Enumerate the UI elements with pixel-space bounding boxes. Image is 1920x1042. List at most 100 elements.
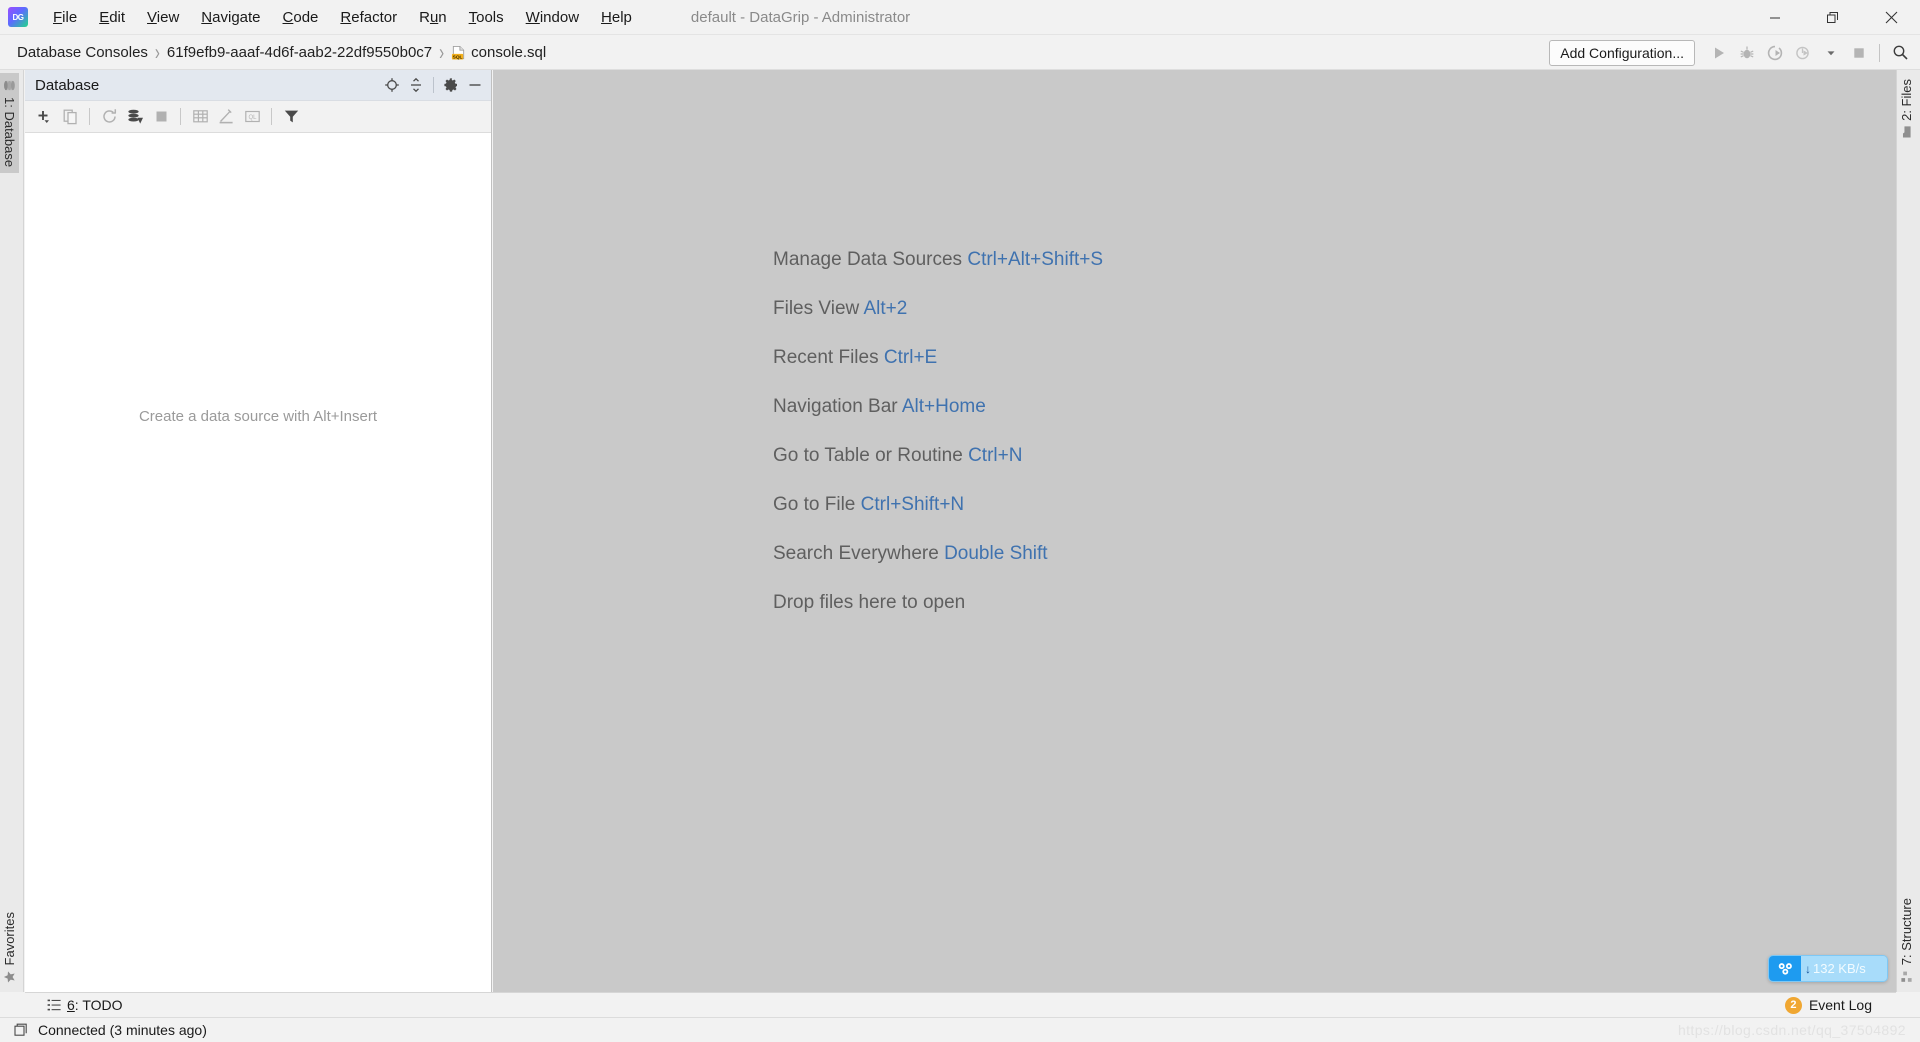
plus-dropdown-icon bbox=[38, 110, 49, 123]
toolbar-divider bbox=[180, 108, 181, 125]
collapse-all-button[interactable] bbox=[404, 73, 428, 97]
baidu-netdisk-speed-widget[interactable]: ↓ 132 KB/s bbox=[1768, 955, 1888, 982]
refresh-icon bbox=[102, 109, 116, 123]
editor-hints-list: Manage Data Sources Ctrl+Alt+Shift+S Fil… bbox=[773, 235, 1103, 627]
todo-number: 6 bbox=[67, 997, 75, 1013]
settings-button[interactable] bbox=[439, 73, 463, 97]
datagrip-window: DG File Edit View Navigate Code Refactor… bbox=[0, 0, 1920, 1042]
breadcrumb-console-id[interactable]: 61f9efb9-aaaf-4d6f-aab2-22df9550b0c7 bbox=[162, 42, 437, 63]
close-icon bbox=[1885, 11, 1897, 24]
logo-text: DG bbox=[12, 12, 25, 22]
ql-icon: QL bbox=[244, 110, 260, 123]
folder-icon bbox=[1899, 126, 1914, 138]
menu-file[interactable]: File bbox=[42, 6, 88, 29]
todo-label: 6: TODO bbox=[67, 997, 123, 1013]
breadcrumb-console-sql[interactable]: SQL console.sql bbox=[446, 42, 551, 63]
copy-icon bbox=[63, 109, 77, 125]
editor-empty-area[interactable]: Manage Data Sources Ctrl+Alt+Shift+S Fil… bbox=[493, 70, 1896, 992]
stop-button[interactable] bbox=[1845, 39, 1873, 67]
menu-run[interactable]: Run bbox=[408, 6, 458, 29]
database-panel-title: Database bbox=[35, 76, 100, 94]
hint-action: Go to Table or Routine bbox=[773, 445, 963, 466]
download-speed-value: 132 KB/s bbox=[1813, 961, 1866, 976]
minus-icon bbox=[469, 84, 481, 86]
hint-action: Files View bbox=[773, 298, 860, 319]
coverage-icon bbox=[1767, 45, 1783, 60]
todo-list-icon bbox=[47, 999, 61, 1011]
stop-icon bbox=[1854, 47, 1864, 58]
event-log-button[interactable]: 2 Event Log bbox=[1781, 995, 1876, 1016]
download-arrow-icon: ↓ bbox=[1805, 961, 1811, 976]
menu-window[interactable]: Window bbox=[515, 6, 590, 29]
profile-icon bbox=[1796, 46, 1809, 59]
sidebar-item-favorites-label: Favorites bbox=[2, 911, 17, 965]
add-configuration-button[interactable]: Add Configuration... bbox=[1549, 39, 1695, 66]
collapse-all-icon bbox=[411, 77, 421, 93]
menu-edit[interactable]: Edit bbox=[88, 6, 136, 29]
menu-help[interactable]: Help bbox=[590, 6, 643, 29]
database-tool-window: Database QL Create a data source with Al… bbox=[25, 70, 492, 992]
database-tree-area[interactable]: Create a data source with Alt+Insert bbox=[25, 133, 491, 992]
hint-manage-data-sources: Manage Data Sources Ctrl+Alt+Shift+S bbox=[773, 235, 1103, 284]
breadcrumb-file-label: console.sql bbox=[471, 43, 547, 61]
menu-refactor[interactable]: Refactor bbox=[329, 6, 408, 29]
connection-status-label: Connected (3 minutes ago) bbox=[38, 1022, 207, 1038]
sql-file-icon: SQL bbox=[452, 45, 465, 60]
status-bar: Connected (3 minutes ago) https://blog.c… bbox=[0, 1017, 1920, 1042]
scroll-from-source-button[interactable] bbox=[380, 73, 404, 97]
hint-recent-files: Recent Files Ctrl+E bbox=[773, 333, 1103, 382]
hint-shortcut: Alt+Home bbox=[901, 396, 986, 417]
sidebar-item-structure[interactable]: 7: Structure bbox=[1897, 892, 1916, 989]
filter-button[interactable] bbox=[278, 104, 304, 130]
minimize-button[interactable] bbox=[1746, 0, 1804, 35]
toolbar-divider bbox=[271, 108, 272, 125]
breadcrumb-database-consoles[interactable]: Database Consoles bbox=[12, 42, 153, 63]
sidebar-item-database[interactable]: 1: Database bbox=[0, 73, 19, 174]
window-title: default - DataGrip - Administrator bbox=[690, 8, 911, 26]
hint-drop-files: Drop files here to open bbox=[773, 578, 1103, 627]
search-icon bbox=[1893, 45, 1908, 60]
pencil-icon bbox=[219, 109, 233, 124]
restore-button[interactable] bbox=[1804, 0, 1862, 35]
baidu-netdisk-icon bbox=[1769, 956, 1801, 981]
chevron-down-icon bbox=[1827, 50, 1835, 55]
hide-panel-button[interactable] bbox=[463, 73, 487, 97]
add-data-source-button[interactable] bbox=[31, 104, 57, 130]
sidebar-item-files[interactable]: 2: Files bbox=[1897, 73, 1916, 144]
table-icon bbox=[192, 110, 208, 123]
svg-text:QL: QL bbox=[248, 115, 257, 121]
menu-code[interactable]: Code bbox=[272, 6, 330, 29]
close-button[interactable] bbox=[1862, 0, 1920, 35]
sync-button[interactable] bbox=[122, 104, 148, 130]
toolbar-divider bbox=[1879, 43, 1880, 62]
menu-bar: File Edit View Navigate Code Refactor Ru… bbox=[42, 6, 643, 29]
refresh-button[interactable] bbox=[96, 104, 122, 130]
duplicate-button[interactable] bbox=[57, 104, 83, 130]
connection-status[interactable]: Connected (3 minutes ago) bbox=[14, 1022, 207, 1038]
debug-button[interactable] bbox=[1733, 39, 1761, 67]
run-button[interactable] bbox=[1705, 39, 1733, 67]
stop-refresh-button[interactable] bbox=[148, 104, 174, 130]
search-everywhere-button[interactable] bbox=[1886, 39, 1914, 67]
hint-action: Navigation Bar bbox=[773, 396, 898, 417]
hint-go-to-table-or-routine: Go to Table or Routine Ctrl+N bbox=[773, 431, 1103, 480]
modify-button[interactable] bbox=[213, 104, 239, 130]
jump-to-query-console-button[interactable]: QL bbox=[239, 104, 265, 130]
menu-tools[interactable]: Tools bbox=[458, 6, 515, 29]
hint-shortcut: Ctrl+Alt+Shift+S bbox=[967, 249, 1104, 270]
open-table-editor-button[interactable] bbox=[187, 104, 213, 130]
navigation-bar: Database Consoles › 61f9efb9-aaaf-4d6f-a… bbox=[0, 35, 1920, 70]
run-with-coverage-button[interactable] bbox=[1761, 39, 1789, 67]
sidebar-item-favorites[interactable]: Favorites bbox=[0, 906, 19, 989]
todo-tool-button[interactable]: 6: TODO bbox=[43, 995, 127, 1015]
menu-navigate[interactable]: Navigate bbox=[190, 6, 271, 29]
star-icon bbox=[2, 970, 17, 983]
profile-button[interactable] bbox=[1789, 39, 1817, 67]
svg-text:SQL: SQL bbox=[453, 54, 463, 60]
profile-dropdown-button[interactable] bbox=[1817, 39, 1845, 67]
hint-shortcut: Ctrl+E bbox=[883, 347, 938, 368]
title-bar: DG File Edit View Navigate Code Refactor… bbox=[0, 0, 1920, 35]
header-divider bbox=[433, 77, 434, 93]
menu-view[interactable]: View bbox=[136, 6, 190, 29]
stop-square-icon bbox=[156, 111, 166, 122]
